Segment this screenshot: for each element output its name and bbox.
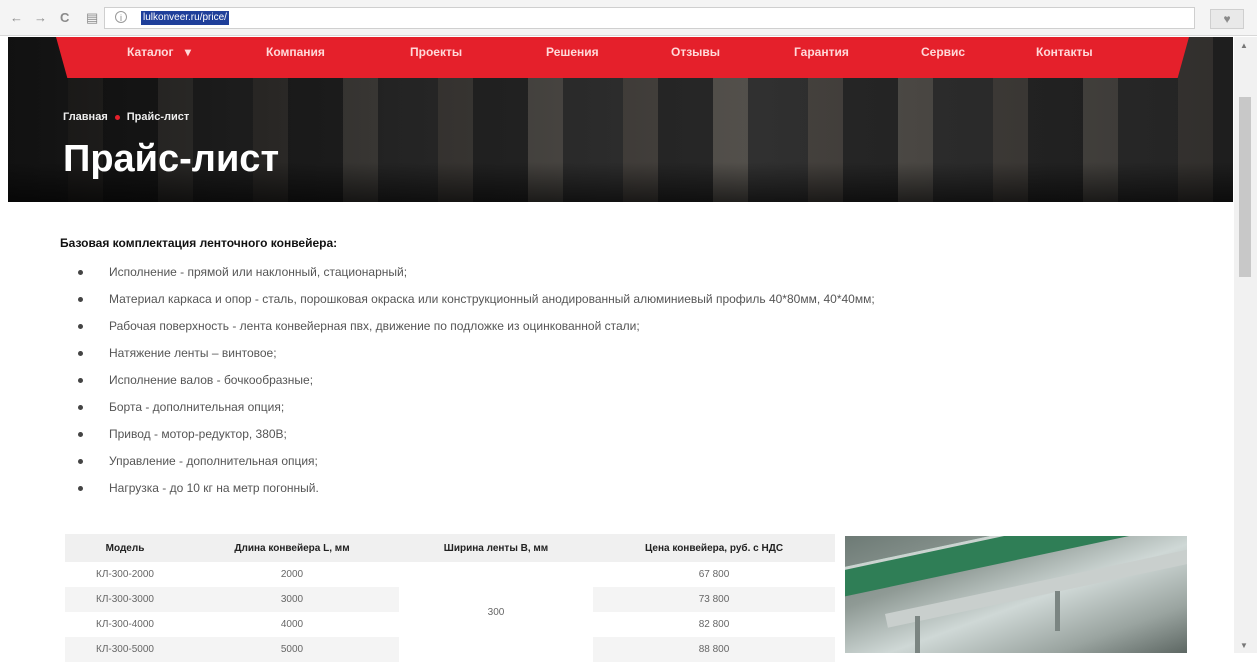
cell-length: 4000 bbox=[280, 619, 304, 630]
page-title: Прайс-лист bbox=[63, 138, 280, 180]
cell-model: КЛ-300-4000 bbox=[96, 619, 154, 630]
bookmark-heart-icon[interactable]: ♥ bbox=[1210, 9, 1244, 29]
column-header-length: Длина конвейера L, мм bbox=[185, 534, 399, 562]
cell-length: 2000 bbox=[280, 569, 304, 580]
conveyor-leg-shape bbox=[915, 616, 920, 653]
list-item: Привод - мотор-редуктор, 380В; bbox=[78, 424, 875, 451]
cell-price: 67 800 bbox=[698, 569, 730, 580]
reader-view-icon[interactable]: ▤ bbox=[86, 10, 98, 26]
reload-icon[interactable]: C bbox=[60, 10, 69, 26]
column-header-price: Цена конвейера, руб. с НДС bbox=[593, 534, 835, 562]
forward-icon[interactable]: → bbox=[34, 10, 47, 26]
cell-price: 88 800 bbox=[593, 637, 835, 662]
conveyor-leg-shape bbox=[1055, 591, 1060, 631]
nav-item-label: Каталог bbox=[127, 45, 174, 59]
nav-item-projects[interactable]: Проекты bbox=[410, 45, 462, 59]
cell-length: 5000 bbox=[185, 637, 399, 662]
intro-heading: Базовая комплектация ленточного конвейер… bbox=[60, 236, 338, 250]
back-icon[interactable]: ← bbox=[10, 10, 23, 26]
list-item: Исполнение валов - бочкообразные; bbox=[78, 370, 875, 397]
cell-price: 73 800 bbox=[593, 587, 835, 612]
price-table: Модель Длина конвейера L, мм Ширина лент… bbox=[65, 534, 835, 662]
url-text[interactable]: lulkonveer.ru/price/ bbox=[141, 11, 229, 25]
nav-item-company[interactable]: Компания bbox=[266, 45, 325, 59]
scroll-up-icon[interactable]: ▲ bbox=[1240, 41, 1248, 50]
list-item: Управление - дополнительная опция; bbox=[78, 451, 875, 478]
conveyor-photo bbox=[845, 536, 1187, 653]
nav-item-solutions[interactable]: Решения bbox=[546, 45, 599, 59]
list-item: Натяжение ленты – винтовое; bbox=[78, 343, 875, 370]
cell-price: 82 800 bbox=[698, 619, 730, 630]
nav-item-catalog[interactable]: Каталог ▾ bbox=[127, 45, 191, 59]
address-bar[interactable]: i lulkonveer.ru/price/ bbox=[104, 7, 1195, 29]
nav-item-reviews[interactable]: Отзывы bbox=[671, 45, 720, 59]
cell-model: КЛ-300-5000 bbox=[65, 637, 185, 662]
feature-list: Исполнение - прямой или наклонный, стаци… bbox=[78, 262, 875, 505]
breadcrumb-home-link[interactable]: Главная bbox=[63, 111, 108, 123]
page-scrollbar[interactable]: ▲ ▼ bbox=[1234, 37, 1257, 653]
nav-item-warranty[interactable]: Гарантия bbox=[794, 45, 849, 59]
browser-toolbar: ← → C ▤ i lulkonveer.ru/price/ ♥ bbox=[0, 0, 1257, 36]
cell-belt-width: 300 bbox=[399, 562, 593, 662]
table-header-row: Модель Длина конвейера L, мм Ширина лент… bbox=[65, 534, 835, 562]
cell-model: КЛ-300-3000 bbox=[65, 587, 185, 612]
main-nav: Каталог ▾ Компания Проекты Решения Отзыв… bbox=[56, 37, 1189, 78]
column-header-width: Ширина ленты B, мм bbox=[399, 534, 593, 562]
nav-item-contacts[interactable]: Контакты bbox=[1036, 45, 1093, 59]
chevron-down-icon: ▾ bbox=[184, 45, 191, 59]
column-header-model: Модель bbox=[65, 534, 185, 562]
table-row: КЛ-300-2000 2000 300 67 800 bbox=[65, 562, 835, 662]
site-info-icon[interactable]: i bbox=[115, 11, 127, 23]
scrollbar-thumb[interactable] bbox=[1239, 97, 1251, 277]
list-item: Нагрузка - до 10 кг на метр погонный. bbox=[78, 478, 875, 505]
list-item: Рабочая поверхность - лента конвейерная … bbox=[78, 316, 875, 343]
nav-item-service[interactable]: Сервис bbox=[921, 45, 965, 59]
page-hero: Каталог ▾ Компания Проекты Решения Отзыв… bbox=[8, 37, 1233, 202]
scroll-down-icon[interactable]: ▼ bbox=[1240, 641, 1248, 650]
breadcrumb-current: Прайс-лист bbox=[126, 111, 190, 123]
list-item: Борта - дополнительная опция; bbox=[78, 397, 875, 424]
cell-model: КЛ-300-2000 bbox=[96, 569, 154, 580]
breadcrumb-separator bbox=[114, 114, 120, 120]
breadcrumb: Главная Прайс-лист bbox=[63, 111, 189, 123]
list-item: Материал каркаса и опор - сталь, порошко… bbox=[78, 289, 875, 316]
cell-length: 3000 bbox=[185, 587, 399, 612]
list-item: Исполнение - прямой или наклонный, стаци… bbox=[78, 262, 875, 289]
